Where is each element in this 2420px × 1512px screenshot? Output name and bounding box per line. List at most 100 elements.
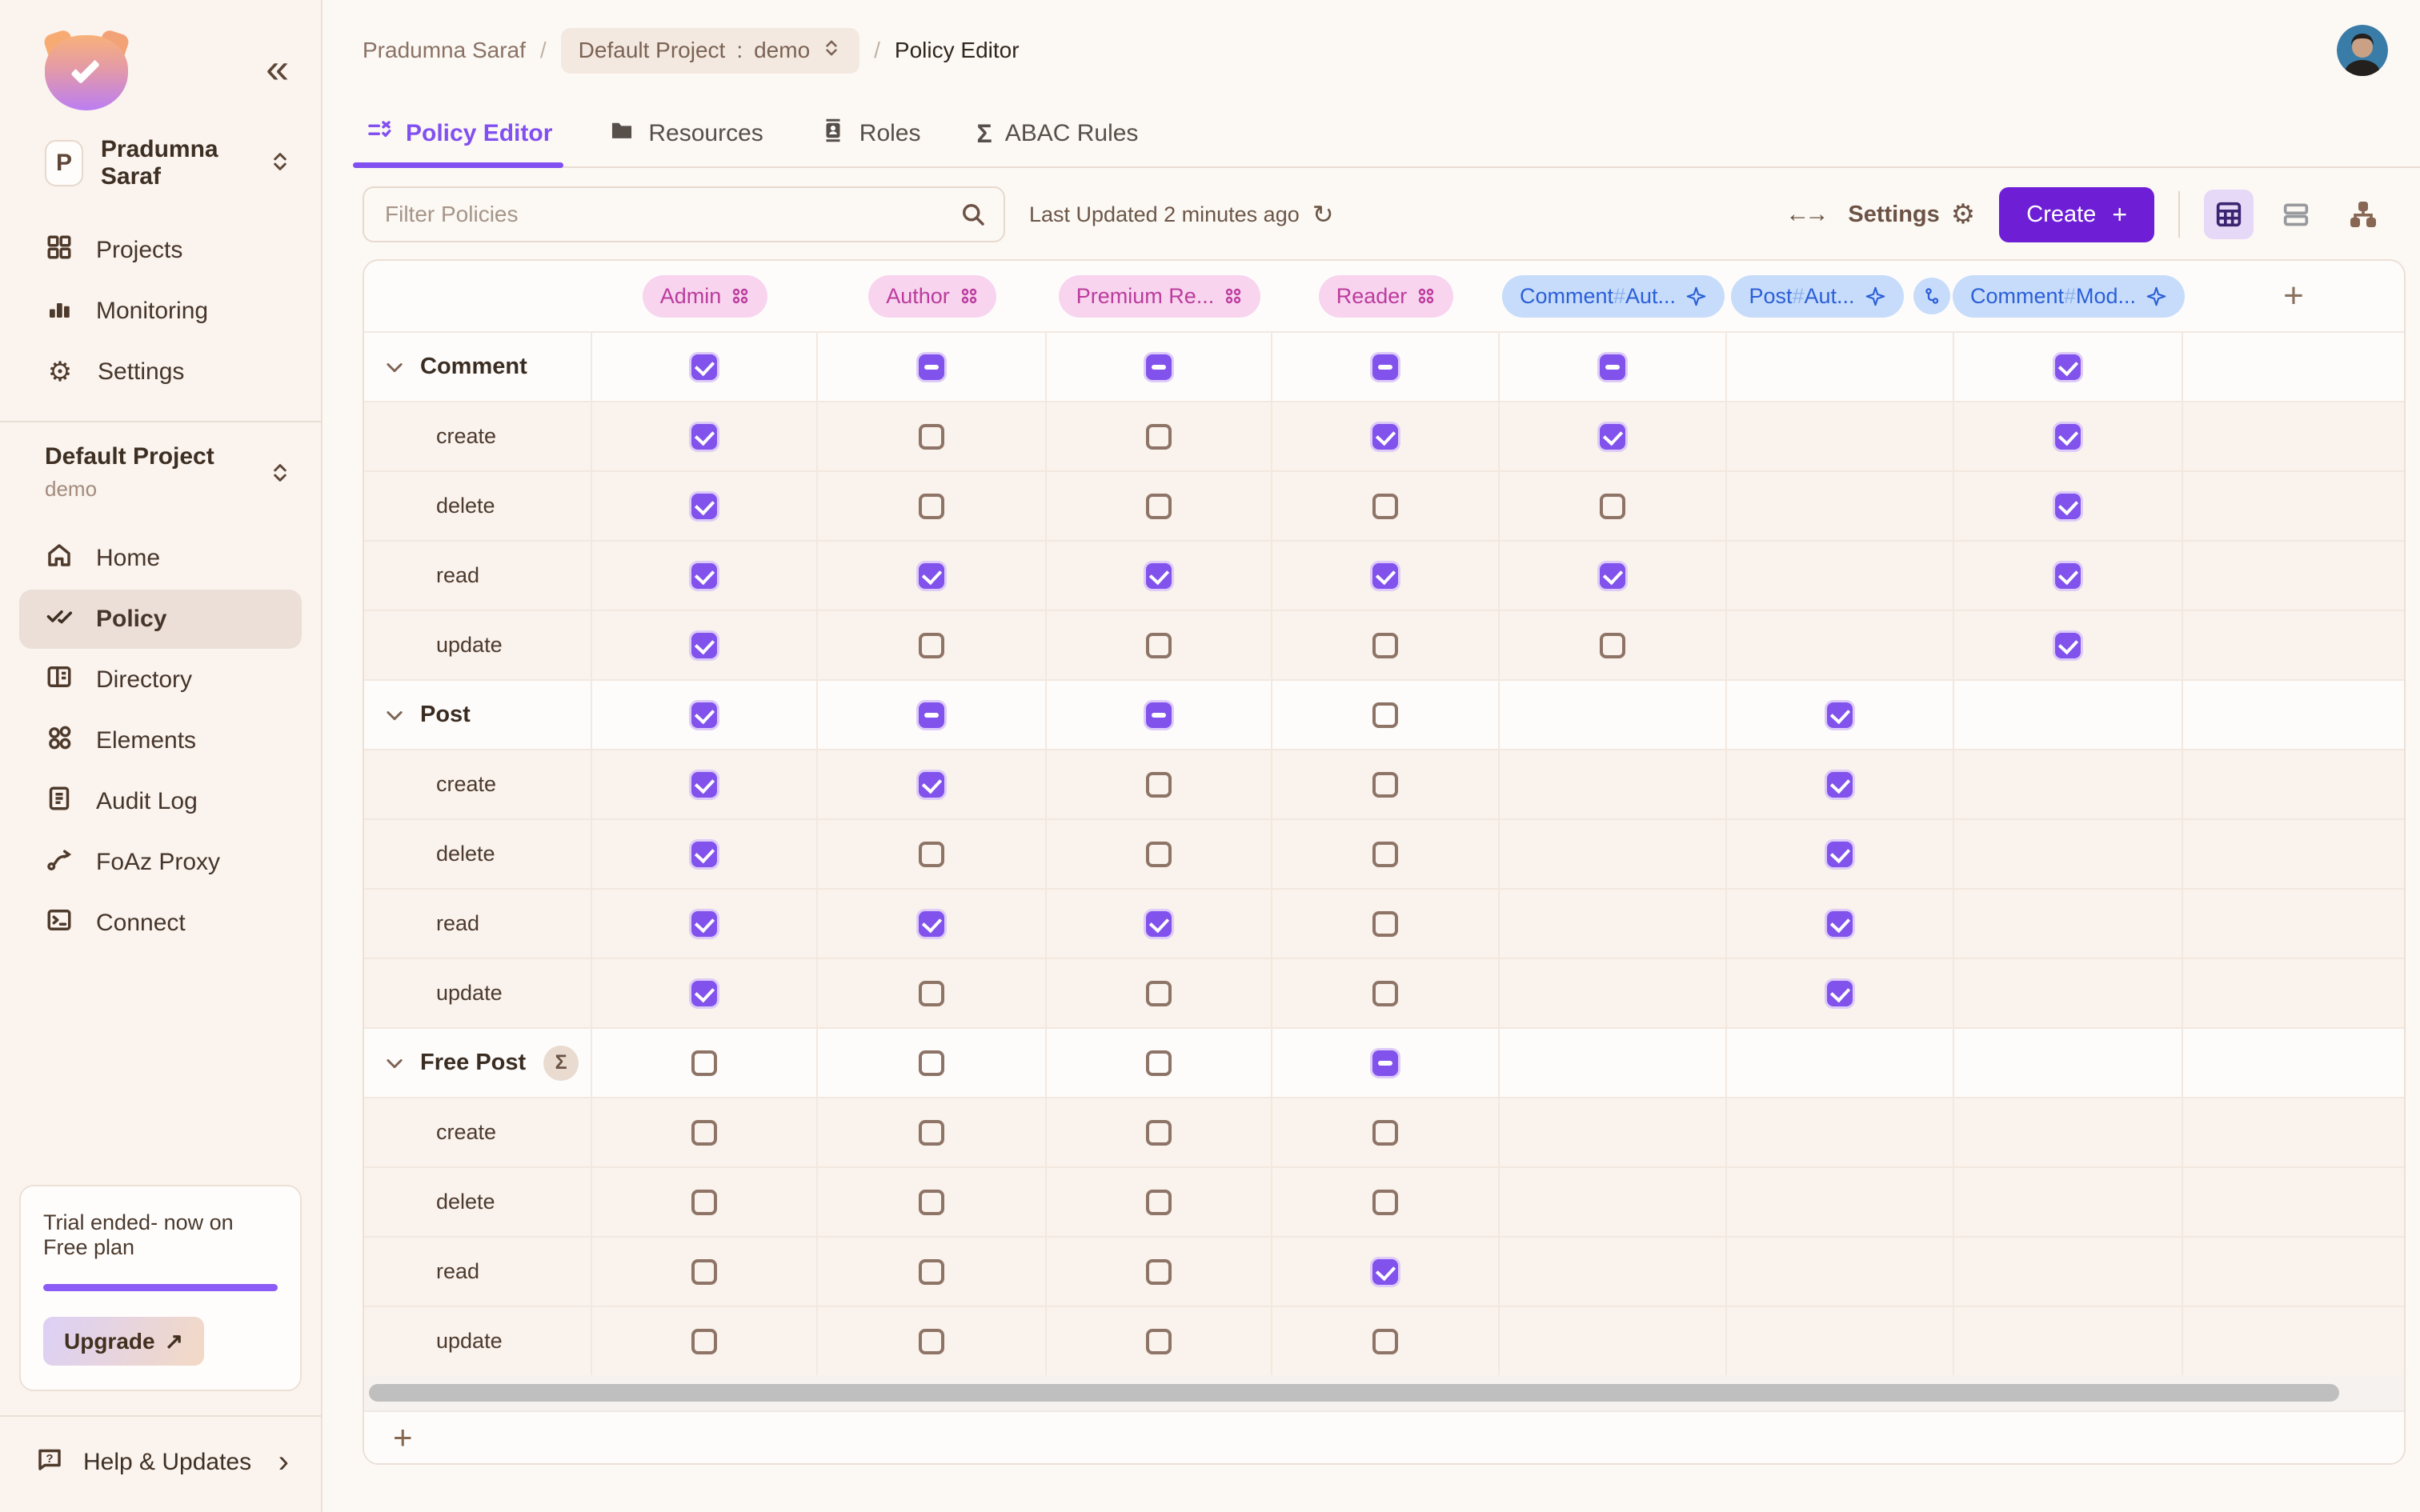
permission-checkbox[interactable] [1827, 702, 1853, 728]
tab-abac-rules[interactable]: Σ ABAC Rules [973, 101, 1141, 166]
help-updates-button[interactable]: ? Help & Updates › [0, 1415, 321, 1512]
permission-checkbox[interactable] [1372, 702, 1398, 728]
permission-checkbox[interactable] [691, 1329, 717, 1354]
permission-checkbox[interactable] [1146, 702, 1172, 728]
tab-roles[interactable]: Roles [816, 101, 924, 166]
permission-checkbox[interactable] [919, 1190, 944, 1215]
derived-role-pill[interactable]: Comment#Mod... [1953, 275, 2185, 318]
permission-checkbox[interactable] [691, 424, 717, 450]
permission-checkbox[interactable] [1372, 494, 1398, 519]
permission-checkbox[interactable] [1372, 1050, 1398, 1076]
permission-checkbox[interactable] [919, 772, 944, 798]
permission-checkbox[interactable] [691, 1050, 717, 1076]
breadcrumb-project-env-selector[interactable]: Default Project : demo [561, 28, 859, 74]
permission-checkbox[interactable] [1372, 1120, 1398, 1146]
permission-checkbox[interactable] [1372, 633, 1398, 658]
permission-checkbox[interactable] [1372, 911, 1398, 937]
permission-checkbox[interactable] [1146, 424, 1172, 450]
permission-checkbox[interactable] [691, 633, 717, 658]
filter-policies-input[interactable] [363, 186, 1005, 242]
permission-checkbox[interactable] [1146, 354, 1172, 380]
permission-checkbox[interactable] [919, 633, 944, 658]
permission-checkbox[interactable] [1827, 772, 1853, 798]
permission-checkbox[interactable] [1827, 911, 1853, 937]
permission-checkbox[interactable] [691, 354, 717, 380]
chevron-down-icon[interactable] [383, 704, 406, 726]
permission-checkbox[interactable] [1372, 1190, 1398, 1215]
sidebar-item-connect[interactable]: Connect [19, 894, 302, 953]
sidebar-item-audit-log[interactable]: Audit Log [19, 772, 302, 831]
permission-checkbox[interactable] [1146, 911, 1172, 937]
permission-checkbox[interactable] [919, 1259, 944, 1285]
permission-checkbox[interactable] [919, 1329, 944, 1354]
permission-checkbox[interactable] [1372, 1329, 1398, 1354]
permission-checkbox[interactable] [1827, 981, 1853, 1006]
add-role-button[interactable]: + [2283, 276, 2304, 316]
sidebar-item-projects[interactable]: Projects [19, 221, 302, 280]
permission-checkbox[interactable] [691, 1120, 717, 1146]
app-logo[interactable] [45, 30, 128, 110]
permission-checkbox[interactable] [691, 1259, 717, 1285]
sidebar-item-policy[interactable]: Policy [19, 590, 302, 649]
permission-checkbox[interactable] [1146, 633, 1172, 658]
refresh-icon[interactable]: ↻ [1312, 199, 1334, 230]
permission-checkbox[interactable] [2055, 354, 2081, 380]
role-pill[interactable]: Reader [1319, 275, 1454, 318]
permission-checkbox[interactable] [2055, 563, 2081, 589]
permission-checkbox[interactable] [1600, 424, 1625, 450]
role-pill[interactable]: Author [868, 275, 996, 318]
chevron-down-icon[interactable] [383, 1052, 406, 1074]
sidebar-item-monitoring[interactable]: Monitoring [19, 282, 302, 341]
role-pill[interactable]: Admin [643, 275, 768, 318]
create-button[interactable]: Create + [1999, 187, 2154, 242]
permission-checkbox[interactable] [1146, 1190, 1172, 1215]
permission-checkbox[interactable] [919, 981, 944, 1006]
permission-checkbox[interactable] [919, 494, 944, 519]
role-pill[interactable]: Premium Re... [1059, 275, 1261, 318]
permission-checkbox[interactable] [1827, 842, 1853, 867]
sidebar-item-elements[interactable]: Elements [19, 711, 302, 770]
permission-checkbox[interactable] [691, 772, 717, 798]
list-view-toggle[interactable] [2271, 190, 2321, 239]
tab-policy-editor[interactable]: Policy Editor [363, 101, 555, 166]
permission-checkbox[interactable] [1600, 633, 1625, 658]
sidebar-item-settings[interactable]: ⚙ Settings [19, 342, 302, 402]
breadcrumb-workspace[interactable]: Pradumna Saraf [363, 38, 526, 63]
workspace-selector[interactable]: P Pradumna Saraf [45, 136, 292, 190]
tab-resources[interactable]: Resources [605, 101, 766, 166]
derived-role-pill[interactable]: Comment#Aut... [1502, 275, 1725, 318]
permission-checkbox[interactable] [919, 354, 944, 380]
permission-checkbox[interactable] [1146, 1329, 1172, 1354]
permission-checkbox[interactable] [1600, 563, 1625, 589]
permission-checkbox[interactable] [691, 494, 717, 519]
user-avatar[interactable] [2337, 25, 2388, 76]
permission-checkbox[interactable] [1146, 981, 1172, 1006]
permission-checkbox[interactable] [1146, 1050, 1172, 1076]
sidebar-collapse-icon[interactable]: « [266, 48, 289, 90]
permission-checkbox[interactable] [1372, 1259, 1398, 1285]
abac-sigma-badge[interactable]: Σ [543, 1046, 579, 1081]
permission-checkbox[interactable] [919, 1050, 944, 1076]
permission-checkbox[interactable] [1372, 981, 1398, 1006]
add-resource-button[interactable]: + [393, 1418, 413, 1457]
project-switcher[interactable]: Default Project demo [45, 443, 292, 502]
chevron-down-icon[interactable] [383, 356, 406, 378]
derived-role-pill[interactable]: Post#Aut... [1731, 275, 1903, 318]
permission-checkbox[interactable] [1372, 563, 1398, 589]
relation-node-badge[interactable] [1913, 278, 1950, 314]
permission-checkbox[interactable] [691, 563, 717, 589]
permission-checkbox[interactable] [919, 1120, 944, 1146]
permission-checkbox[interactable] [2055, 633, 2081, 658]
permission-checkbox[interactable] [919, 424, 944, 450]
permission-checkbox[interactable] [1146, 772, 1172, 798]
permission-checkbox[interactable] [919, 842, 944, 867]
permission-checkbox[interactable] [1146, 494, 1172, 519]
policy-settings-button[interactable]: Settings ⚙ [1848, 198, 1975, 230]
sidebar-item-home[interactable]: Home [19, 529, 302, 588]
permission-checkbox[interactable] [919, 911, 944, 937]
permission-checkbox[interactable] [1372, 772, 1398, 798]
permission-checkbox[interactable] [691, 842, 717, 867]
permission-checkbox[interactable] [919, 563, 944, 589]
permission-checkbox[interactable] [919, 702, 944, 728]
permission-checkbox[interactable] [1146, 563, 1172, 589]
